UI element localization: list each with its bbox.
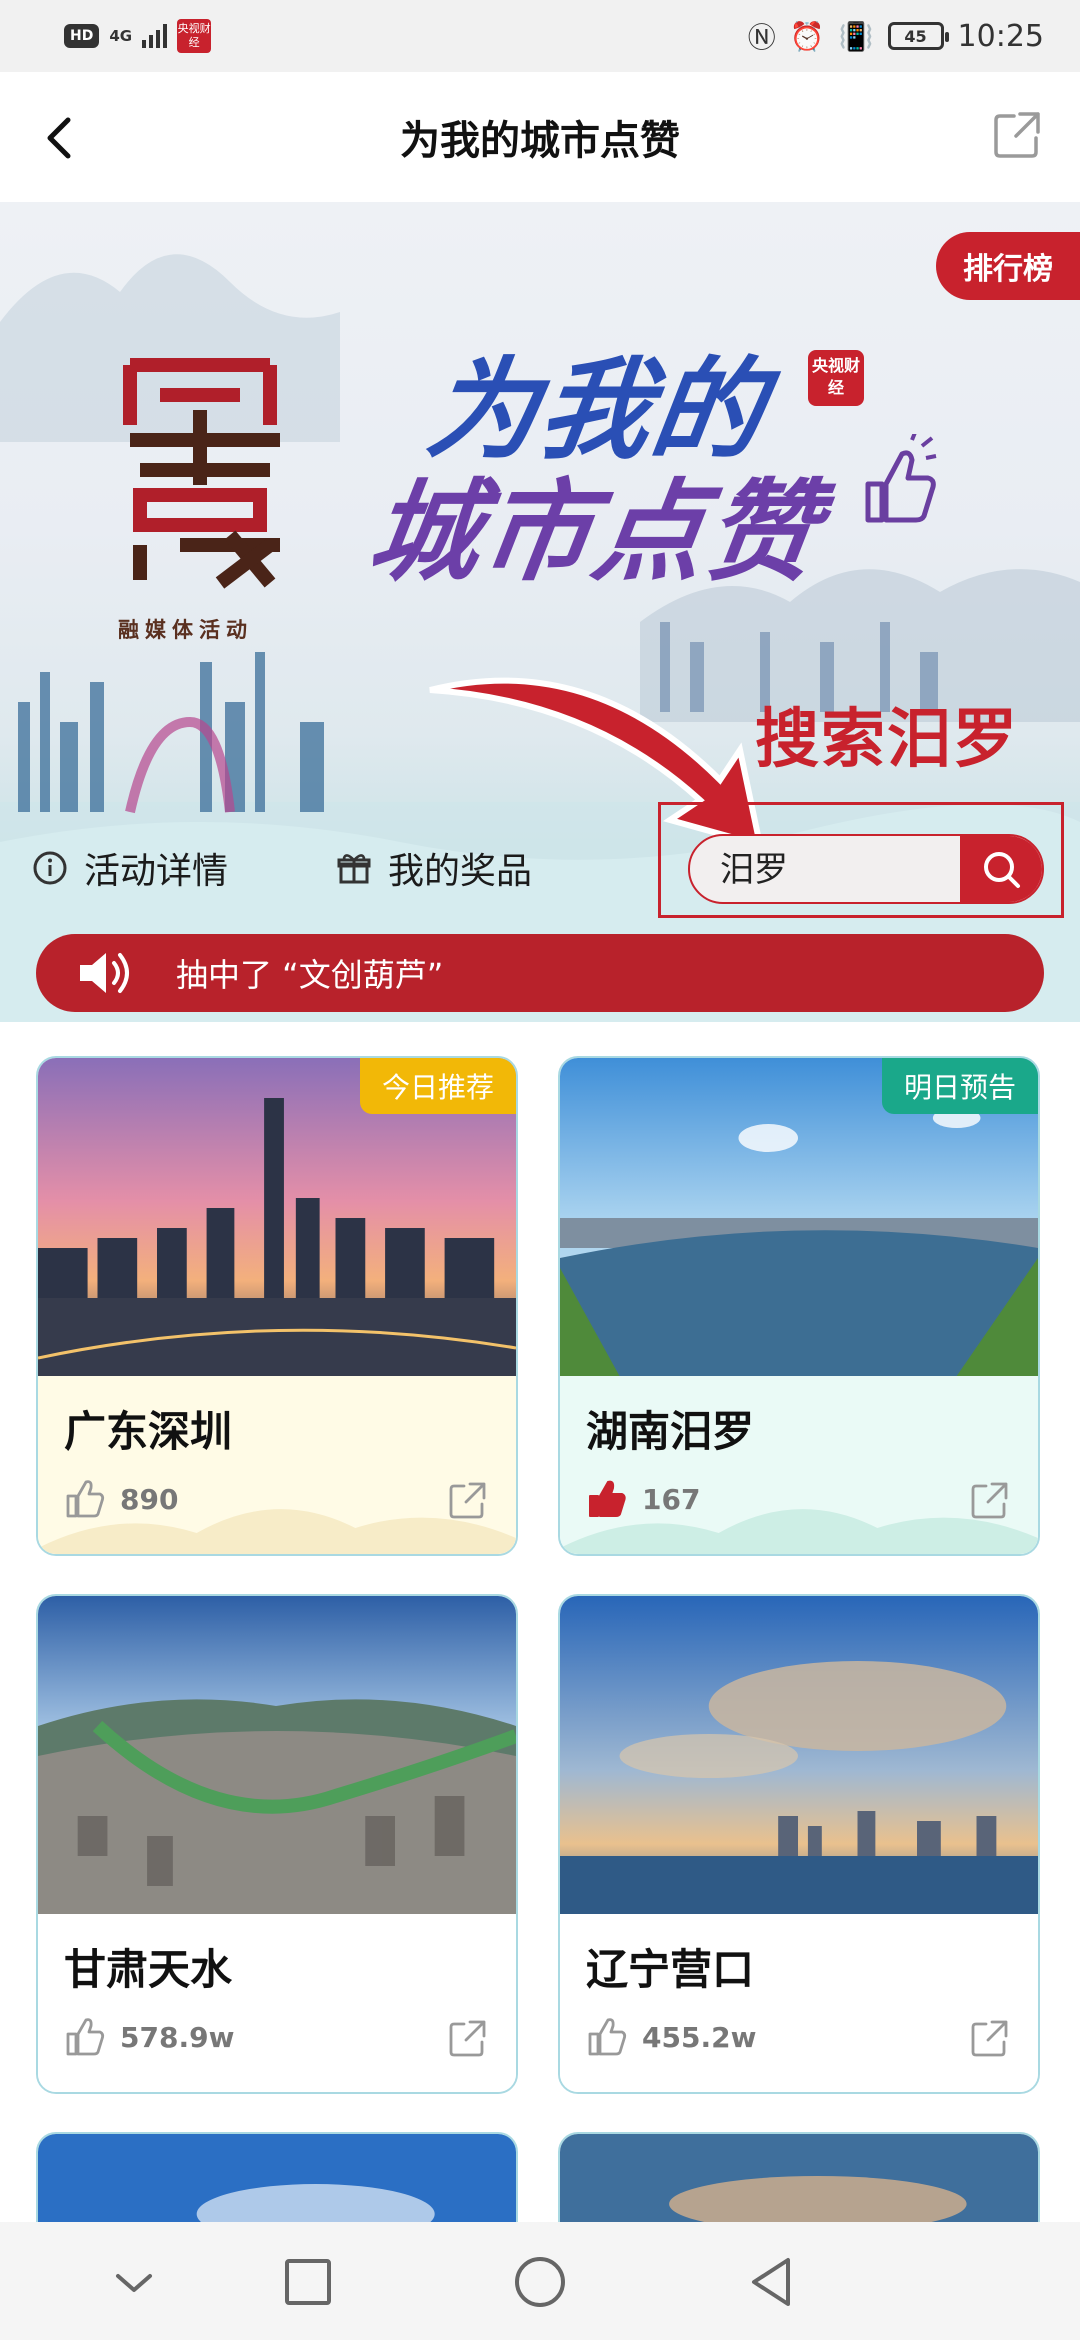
card-share-icon[interactable]	[970, 1480, 1010, 1520]
activity-details-label: 活动详情	[84, 851, 229, 892]
like-button[interactable]: 890	[64, 1474, 178, 1524]
app-header: 为我的城市点赞	[0, 72, 1080, 202]
city-card-shenzhen[interactable]: 今日推荐 广东深圳 890	[36, 1056, 518, 1556]
search-input[interactable]	[718, 836, 952, 902]
my-prizes-link[interactable]: 我的奖品	[336, 842, 532, 894]
nav-back-icon[interactable]	[742, 2252, 802, 2312]
hd-indicator: HD	[64, 24, 100, 48]
signal-icon	[142, 24, 168, 48]
battery-level: 45	[904, 26, 927, 46]
nav-collapse-icon[interactable]	[104, 2252, 164, 2312]
search-bar	[688, 834, 1044, 904]
my-prizes-label: 我的奖品	[388, 851, 533, 892]
status-left: HD 4G 央视财经	[64, 18, 212, 54]
city-image-yingkou	[560, 1596, 1038, 1914]
status-bar: HD 4G 央视财经 Ⓝ ⏰ 📳 45 10:25	[0, 0, 1080, 72]
share-icon[interactable]	[992, 108, 1044, 160]
nfc-icon: Ⓝ	[747, 21, 776, 54]
city-card-yingkou[interactable]: 辽宁营口 455.2w	[558, 1594, 1040, 2094]
app-notification-icon: 央视财经	[177, 19, 212, 53]
cctv-finance-badge: 央视财经	[808, 350, 864, 406]
city-card-tianshui[interactable]: 甘肃天水 578.9w	[36, 1594, 518, 2094]
thumbs-up-outline-icon	[588, 2018, 627, 2056]
city-name: 甘肃天水	[64, 1945, 233, 1994]
like-button[interactable]: 167	[586, 1474, 700, 1524]
city-name: 湖南汨罗	[586, 1407, 755, 1456]
alarm-icon: ⏰	[789, 19, 825, 53]
card-share-icon[interactable]	[448, 2018, 488, 2058]
thumbs-up-banner-icon	[865, 434, 937, 523]
logo-caption: 融媒体活动	[118, 618, 253, 642]
card-share-icon[interactable]	[970, 2018, 1010, 2058]
like-button[interactable]: 455.2w	[586, 2012, 756, 2062]
info-icon	[33, 851, 67, 885]
search-button[interactable]	[960, 836, 1042, 902]
city-name: 广东深圳	[64, 1407, 233, 1456]
today-recommend-tag: 今日推荐	[359, 1058, 516, 1114]
system-nav-bar	[0, 2222, 1080, 2340]
ranking-button[interactable]: 排行榜	[936, 232, 1080, 300]
nav-home-icon[interactable]	[510, 2252, 570, 2312]
tomorrow-preview-tag: 明日预告	[881, 1058, 1038, 1114]
speaker-icon	[80, 953, 129, 993]
thumbs-up-outline-icon	[66, 2018, 105, 2056]
winner-notice-bar: 抽中了 “文创葫芦”	[36, 934, 1044, 1012]
notice-text: 抽中了 “文创葫芦”	[176, 956, 444, 994]
activity-details-link[interactable]: 活动详情	[32, 842, 228, 894]
city-image-tianshui	[38, 1596, 516, 1914]
thumbs-up-filled-icon	[589, 1480, 626, 1517]
vibrate-icon: 📳	[838, 19, 874, 53]
thumbs-up-outline-icon	[66, 1480, 105, 1518]
nav-recents-icon[interactable]	[278, 2252, 338, 2312]
gift-icon	[337, 854, 371, 884]
battery-icon: 45	[887, 22, 949, 50]
headline-line2: 城市点赞	[361, 468, 828, 596]
like-count: 578.9w	[120, 2020, 235, 2054]
tag-label: 明日预告	[903, 1071, 1016, 1104]
search-hint-text: 搜索汨罗	[755, 703, 1019, 777]
status-right: Ⓝ ⏰ 📳 45 10:25	[748, 14, 1044, 58]
clock: 10:25	[957, 18, 1044, 54]
network-type: 4G	[109, 27, 133, 45]
tag-label: 今日推荐	[381, 1071, 494, 1104]
city-card-miluo[interactable]: 明日预告 湖南汨罗 167	[558, 1056, 1040, 1556]
campaign-logo	[123, 358, 280, 589]
like-count: 167	[642, 1482, 701, 1516]
like-count: 455.2w	[642, 2020, 757, 2054]
card-share-icon[interactable]	[448, 1480, 488, 1520]
back-icon[interactable]	[36, 108, 86, 168]
city-name: 辽宁营口	[586, 1945, 755, 1994]
page-title: 为我的城市点赞	[400, 118, 680, 164]
like-button[interactable]: 578.9w	[64, 2012, 234, 2062]
like-count: 890	[120, 1482, 179, 1516]
search-icon	[984, 852, 1020, 888]
